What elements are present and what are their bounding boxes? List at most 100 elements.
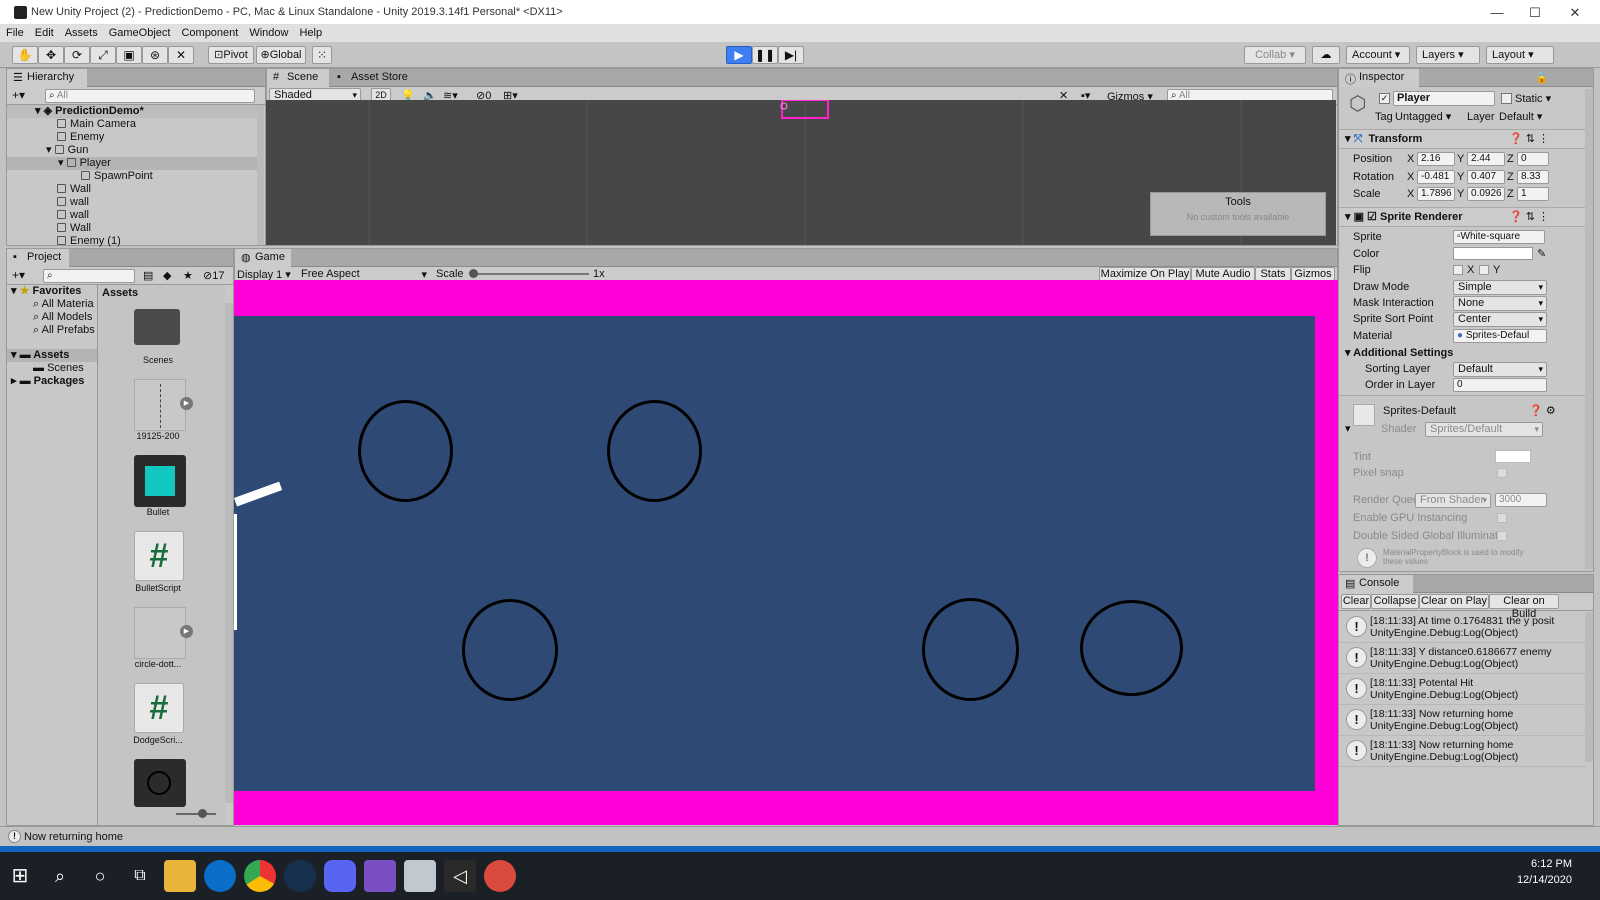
clear-on-play-toggle[interactable]: Clear on Play — [1419, 594, 1489, 609]
scale-y-field[interactable]: 0.0926 — [1467, 187, 1505, 201]
scale-slider[interactable] — [469, 269, 589, 278]
project-search-input[interactable]: ⌕ — [43, 269, 135, 283]
rotation-y-field[interactable]: 0.407 — [1467, 170, 1505, 184]
order-field[interactable]: 0 — [1453, 378, 1547, 392]
console-scrollbar[interactable] — [1585, 612, 1593, 762]
console-log-row[interactable]: ! [18:11:33] At time 0.1764831 the y posi… — [1339, 612, 1585, 643]
filter-type-icon[interactable]: ▤ — [143, 269, 153, 282]
static-checkbox[interactable] — [1501, 93, 1512, 104]
tab-game[interactable]: ◍ Game — [235, 249, 291, 267]
assets-node[interactable]: ▾ ▬ Assets — [7, 349, 97, 362]
hierarchy-item-wall-4[interactable]: Wall — [7, 222, 257, 235]
active-checkbox[interactable]: ✓ — [1379, 93, 1390, 104]
tab-project[interactable]: ▪ Project — [7, 249, 69, 267]
menu-assets[interactable]: Assets — [59, 25, 103, 42]
transform-header[interactable]: ▾ ⤧ Transform ❓ ⇅ ⋮ — [1339, 129, 1593, 149]
additional-settings-foldout[interactable]: ▾ Additional Settings — [1345, 346, 1453, 359]
expand-arrow-icon[interactable]: ▶ — [180, 625, 193, 638]
pixel-snap-checkbox[interactable] — [1497, 468, 1507, 478]
hidden-packages-count[interactable]: ⊘17 — [203, 269, 224, 282]
scenes-node[interactable]: ▬ Scenes — [7, 362, 97, 375]
sprite-circle-icon[interactable] — [134, 759, 186, 807]
menu-help[interactable]: Help — [293, 25, 327, 42]
edge-browser-icon[interactable] — [204, 860, 236, 892]
transform-tool-icon[interactable]: ⊛ — [142, 46, 168, 64]
collab-dropdown[interactable]: Collab ▾ — [1244, 46, 1306, 64]
zoom-slider[interactable] — [176, 809, 216, 818]
static-dropdown[interactable]: Static ▾ — [1515, 92, 1551, 105]
object-name-field[interactable]: Player — [1393, 91, 1495, 106]
hierarchy-search-input[interactable]: ⌕ All — [45, 89, 255, 103]
cortana-icon[interactable]: ○ — [84, 860, 116, 892]
console-clear-button[interactable]: Clear — [1341, 594, 1371, 609]
console-log-row[interactable]: ! [18:11:33] Y distance0.6186677 enemy Uni… — [1339, 643, 1585, 674]
gpu-instancing-checkbox[interactable] — [1497, 513, 1507, 523]
minimize-button[interactable]: — — [1478, 0, 1516, 25]
console-log-row[interactable]: ! [18:11:33] Potental Hit UnityEngine.Debu… — [1339, 674, 1585, 705]
menu-window[interactable]: Window — [243, 25, 293, 42]
inspector-scrollbar[interactable] — [1585, 89, 1593, 569]
game-gizmos-toggle[interactable]: Gizmos — [1291, 267, 1335, 281]
image-asset-icon[interactable] — [134, 607, 186, 659]
scale-tool-icon[interactable]: ⤢ — [90, 46, 116, 64]
double-sided-checkbox[interactable] — [1497, 531, 1507, 541]
sorting-layer-dropdown[interactable]: Default — [1453, 362, 1547, 377]
layers-dropdown[interactable]: Layers ▾ — [1416, 46, 1480, 64]
maximize-button[interactable]: ☐ — [1516, 0, 1554, 25]
hierarchy-item-enemy-1[interactable]: Enemy (1) — [7, 235, 257, 248]
tab-scene[interactable]: # Scene — [267, 69, 329, 87]
csharp-script-icon[interactable]: # — [134, 683, 184, 733]
console-collapse-button[interactable]: Collapse — [1371, 594, 1419, 609]
hierarchy-item-main-camera[interactable]: Main Camera — [7, 118, 257, 131]
draw-mode-dropdown[interactable]: Simple — [1453, 280, 1547, 295]
lock-icon[interactable]: 🔒 — [1535, 71, 1549, 84]
image-asset-icon[interactable] — [134, 379, 186, 431]
maximize-on-play-toggle[interactable]: Maximize On Play — [1099, 267, 1191, 281]
app-icon[interactable] — [484, 860, 516, 892]
render-queue-dropdown[interactable]: From Shader — [1415, 493, 1491, 508]
menu-component[interactable]: Component — [175, 25, 243, 42]
expand-arrow-icon[interactable]: ▶ — [180, 397, 193, 410]
steam-icon[interactable] — [284, 860, 316, 892]
step-button[interactable]: ▶| — [778, 46, 804, 64]
stats-toggle[interactable]: Stats — [1255, 267, 1291, 281]
play-button[interactable]: ▶ — [726, 46, 752, 64]
hand-tool-icon[interactable]: ✋ — [12, 46, 38, 64]
windows-start-icon[interactable]: ⊞ — [4, 860, 36, 892]
flip-y-checkbox[interactable] — [1479, 265, 1489, 275]
rotation-z-field[interactable]: 8.33 — [1517, 170, 1549, 184]
csharp-script-icon[interactable]: # — [134, 531, 184, 581]
material-foldout-icon[interactable]: ▾ — [1345, 422, 1351, 435]
filter-label-icon[interactable]: ◆ — [163, 269, 171, 282]
hierarchy-item-wall-2[interactable]: wall — [7, 196, 257, 209]
clear-on-build-toggle[interactable]: Clear on Build — [1489, 594, 1559, 620]
console-log-row[interactable]: ! [18:11:33] Now returning home UnityEngin… — [1339, 736, 1585, 767]
mask-dropdown[interactable]: None — [1453, 296, 1547, 311]
mute-audio-toggle[interactable]: Mute Audio — [1191, 267, 1255, 281]
component-menu-icon[interactable]: ❓ ⇅ ⋮ — [1509, 208, 1549, 227]
fav-all-models[interactable]: ⌕ All Models — [7, 311, 97, 324]
create-dropdown-icon[interactable]: +▾ — [12, 88, 25, 102]
component-menu-icon[interactable]: ❓ ⇅ ⋮ — [1509, 130, 1549, 149]
hierarchy-item-gun[interactable]: ▾ Gun — [7, 144, 257, 157]
rotation-x-field[interactable]: -0.481 — [1417, 170, 1455, 184]
game-viewport[interactable] — [234, 280, 1338, 825]
global-toggle[interactable]: ⊕Global — [256, 46, 306, 64]
layer-dropdown[interactable]: Default ▾ — [1499, 110, 1559, 123]
status-message[interactable]: Now returning home — [24, 831, 123, 843]
scale-z-field[interactable]: 1 — [1517, 187, 1549, 201]
menu-gameobject[interactable]: GameObject — [103, 25, 176, 42]
menu-file[interactable]: File — [0, 25, 29, 42]
fav-all-prefabs[interactable]: ⌕ All Prefabs — [7, 324, 97, 337]
aspect-dropdown[interactable]: Free Aspect ▾ — [301, 268, 429, 281]
favorite-star-icon[interactable]: ★ — [183, 269, 193, 282]
scene-root-row[interactable]: ▾ ◈ PredictionDemo* — [7, 105, 257, 118]
position-z-field[interactable]: 0 — [1517, 152, 1549, 166]
enabled-checkbox[interactable]: ☑ — [1367, 211, 1377, 223]
visual-studio-icon[interactable] — [364, 860, 396, 892]
project-create-icon[interactable]: +▾ — [12, 268, 25, 282]
pause-button[interactable]: ❚❚ — [752, 46, 778, 64]
custom-tool-icon[interactable]: ✕ — [168, 46, 194, 64]
color-swatch[interactable] — [1453, 247, 1533, 260]
fav-all-materials[interactable]: ⌕ All Materia — [7, 298, 97, 311]
